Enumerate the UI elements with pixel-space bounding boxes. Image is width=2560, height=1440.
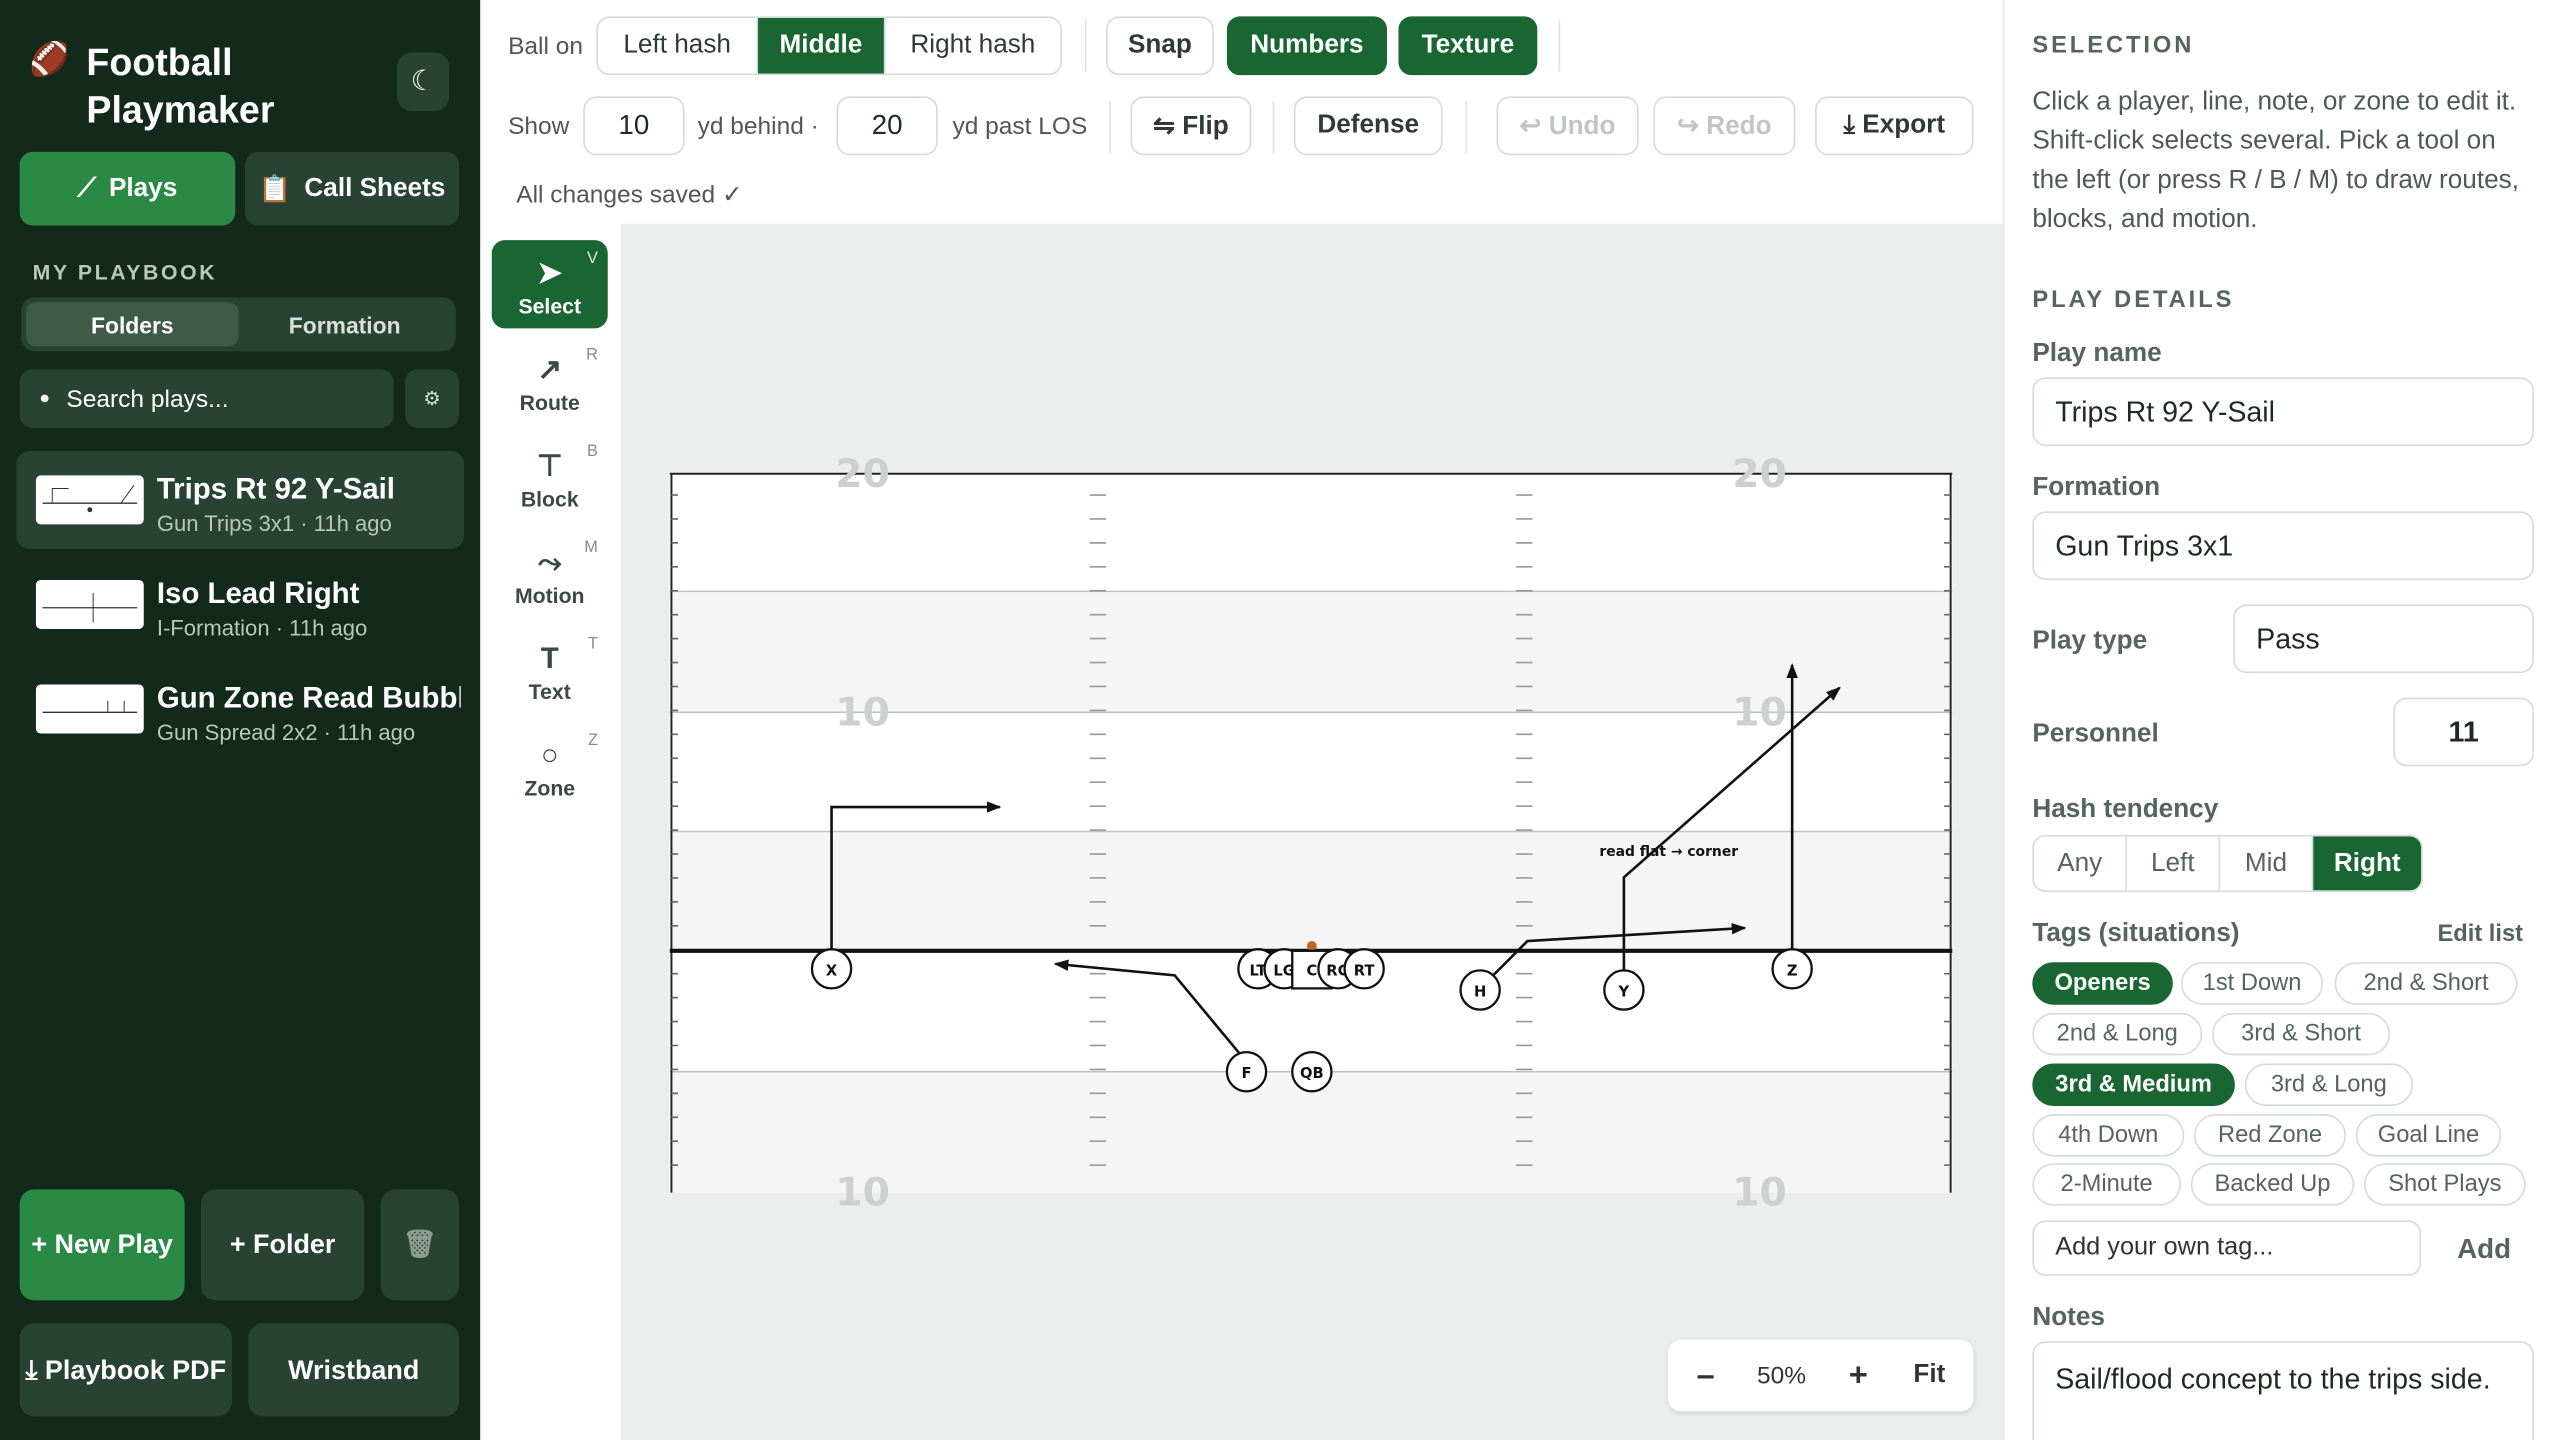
play-name-label: Play name (2032, 339, 2162, 368)
tag-chip[interactable]: Goal Line (2355, 1114, 2502, 1157)
player-h[interactable]: H (1459, 969, 1501, 1011)
add-tag-input[interactable]: Add your own tag... (2032, 1220, 2422, 1276)
field-stripe (669, 833, 1953, 953)
player-label: C (1306, 962, 1317, 979)
player-x[interactable]: X (810, 948, 853, 990)
app-scaled: 🏈 Football Playmaker ☾ ⟋ Plays 📋 Call Sh… (0, 0, 2560, 1440)
tag-chip[interactable]: 4th Down (2032, 1114, 2185, 1157)
yard-number: 10 (1732, 690, 1787, 735)
play-type-select[interactable]: Pass (2233, 604, 2534, 674)
tag-chip[interactable]: 3rd & Medium (2032, 1063, 2235, 1107)
yard-number: 20 (1732, 452, 1787, 497)
personnel-field[interactable]: 11 (2393, 697, 2534, 767)
zoom-level: 50% (1757, 1361, 1807, 1390)
player-z[interactable]: Z (1771, 948, 1813, 990)
zoom-controls: – 50% + Fit (1668, 1339, 1974, 1412)
player-label: F (1241, 1065, 1251, 1082)
route-note[interactable]: read flat → corner (1599, 844, 1738, 860)
player-label: QB (1300, 1065, 1324, 1082)
tag-chip[interactable]: 2nd & Short (2334, 962, 2518, 1005)
player-label: RT (1354, 962, 1375, 979)
tag-chip[interactable]: Red Zone (2194, 1114, 2346, 1157)
player-label: H (1474, 984, 1486, 1001)
selection-heading: SELECTION (2032, 32, 2195, 59)
notes-label: Notes (2032, 1303, 2105, 1332)
formation-field[interactable]: Gun Trips 3x1 (2032, 511, 2534, 580)
tag-chip[interactable]: Shot Plays (2363, 1163, 2526, 1206)
personnel-label: Personnel (2032, 720, 2159, 749)
play-name-field[interactable]: Trips Rt 92 Y-Sail (2032, 377, 2534, 447)
yard-number: 20 (835, 452, 890, 497)
edit-list-link[interactable]: Edit list (2437, 921, 2523, 947)
player-f[interactable]: F (1225, 1050, 1268, 1093)
tag-chip[interactable]: 3rd & Long (2244, 1063, 2413, 1107)
zoom-fit-button[interactable]: Fit (1897, 1361, 1962, 1390)
zoom-out-button[interactable]: – (1668, 1357, 1743, 1395)
tag-chip[interactable]: 3rd & Short (2212, 1012, 2391, 1056)
hash-tendency-label: Hash tendency (2032, 795, 2219, 824)
football-marker[interactable] (1306, 941, 1317, 951)
player-y[interactable]: Y (1603, 969, 1645, 1011)
tag-chip[interactable]: Backed Up (2190, 1163, 2355, 1206)
zoom-in-button[interactable]: + (1820, 1357, 1897, 1395)
player-label: Y (1618, 984, 1630, 1001)
play-type-label: Play type (2032, 627, 2148, 656)
yard-number: 10 (1732, 1171, 1787, 1216)
tag-chip[interactable]: 2nd & Long (2032, 1012, 2203, 1056)
selection-help: Click a player, line, note, or zone to e… (2032, 88, 2519, 234)
notes-textarea[interactable]: Sail/flood concept to the trips side. (2032, 1341, 2534, 1440)
details-heading: PLAY DETAILS (2032, 287, 2235, 314)
player-qb[interactable]: QB (1291, 1050, 1333, 1093)
player-rt[interactable]: RT (1343, 948, 1385, 990)
hash-tendency-selector: Any Left Mid Right (2032, 834, 2423, 893)
add-tag-button[interactable]: Add (2457, 1233, 2511, 1266)
formation-label: Formation (2032, 473, 2161, 502)
player-label: Z (1787, 962, 1798, 979)
hash-right-option[interactable]: Right (2313, 836, 2422, 891)
yard-number: 10 (835, 690, 890, 735)
tag-chip[interactable]: 2-Minute (2032, 1163, 2181, 1206)
properties-panel: SELECTION Click a player, line, note, or… (2002, 0, 2560, 1440)
tag-chip[interactable]: 1st Down (2180, 962, 2324, 1005)
hash-left-option[interactable]: Left (2127, 836, 2221, 891)
hash-mid-option[interactable]: Mid (2220, 836, 2314, 891)
hash-any-option[interactable]: Any (2034, 836, 2128, 891)
tags-label: Tags (situations) (2032, 919, 2240, 948)
yard-number: 10 (835, 1171, 890, 1216)
tag-chip[interactable]: Openers (2032, 962, 2173, 1005)
app-root: 🏈 Football Playmaker ☾ ⟋ Plays 📋 Call Sh… (0, 0, 2560, 1440)
player-label: X (826, 962, 838, 979)
